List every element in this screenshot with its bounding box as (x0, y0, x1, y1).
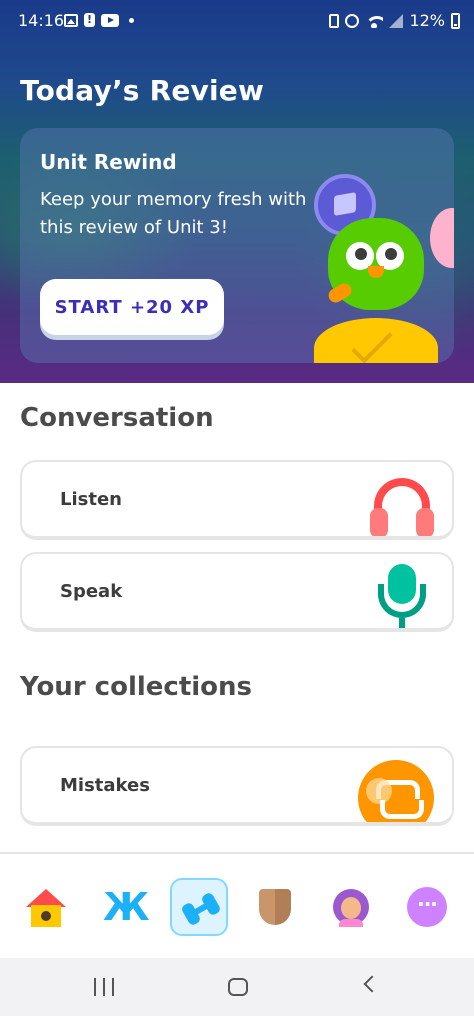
system-home-button[interactable] (218, 972, 258, 1002)
home-icon (26, 887, 66, 927)
mascot-illustration (314, 168, 454, 363)
mistakes-card[interactable]: Mistakes (20, 746, 454, 826)
status-time: 14:16 (18, 11, 65, 30)
bottom-navigation: Ж ··· (0, 852, 474, 958)
sim-icon (329, 13, 340, 28)
conversation-heading: Conversation (20, 403, 214, 433)
nav-home[interactable] (17, 878, 75, 936)
status-left-icons: ! (64, 13, 134, 27)
letters-icon: Ж (103, 885, 150, 929)
status-right-icons: 12% (329, 11, 460, 30)
mistakes-label: Mistakes (60, 775, 150, 796)
leagues-icon (255, 887, 295, 927)
battery-icon (451, 12, 460, 29)
system-home-icon (228, 978, 248, 996)
system-navigation-bar (0, 958, 474, 1016)
unit-rewind-description: Keep your memory fresh with this review … (40, 189, 307, 238)
owl-mascot-icon (326, 218, 424, 310)
alert-icon: ! (84, 13, 95, 27)
mistakes-icon (358, 760, 434, 822)
listen-card[interactable]: Listen (20, 460, 454, 540)
signal-icon (389, 13, 404, 28)
more-icon: ··· (407, 887, 447, 927)
practice-icon (180, 889, 222, 929)
battery-percentage: 12% (409, 11, 445, 30)
microphone-icon (370, 564, 434, 628)
nav-more[interactable]: ··· (398, 878, 456, 936)
dot-icon (129, 17, 134, 23)
pink-shape (430, 208, 454, 268)
unit-rewind-title: Unit Rewind (40, 150, 177, 174)
nav-letters[interactable]: Ж (94, 878, 152, 936)
gallery-icon (64, 13, 78, 27)
more-glyph: ··· (407, 887, 447, 927)
letters-glyph: Ж (103, 885, 150, 929)
page-title: Today’s Review (20, 74, 265, 107)
recents-button[interactable] (86, 972, 126, 1002)
unit-rewind-card: Unit Rewind Keep your memory fresh with … (20, 128, 454, 363)
back-icon (363, 975, 381, 993)
listen-label: Listen (60, 489, 122, 510)
profile-icon (331, 887, 371, 927)
status-bar: 14:16 ! 12% (0, 0, 474, 42)
headphones-icon (370, 472, 434, 536)
speak-card[interactable]: Speak (20, 552, 454, 632)
nav-leagues[interactable] (246, 878, 304, 936)
collections-heading: Your collections (20, 672, 253, 702)
coin-icon (314, 318, 438, 363)
wifi-icon (365, 14, 384, 28)
start-review-button[interactable]: START +20 XP (40, 279, 224, 335)
alarm-icon (345, 13, 360, 28)
speak-label: Speak (60, 581, 123, 602)
nav-profile[interactable] (322, 878, 380, 936)
recents-icon (94, 978, 114, 996)
nav-practice[interactable] (170, 878, 228, 936)
back-button[interactable] (354, 972, 394, 1002)
review-hero: 14:16 ! 12% Today’s Review Unit Rewind K… (0, 0, 474, 383)
youtube-icon (101, 13, 119, 27)
